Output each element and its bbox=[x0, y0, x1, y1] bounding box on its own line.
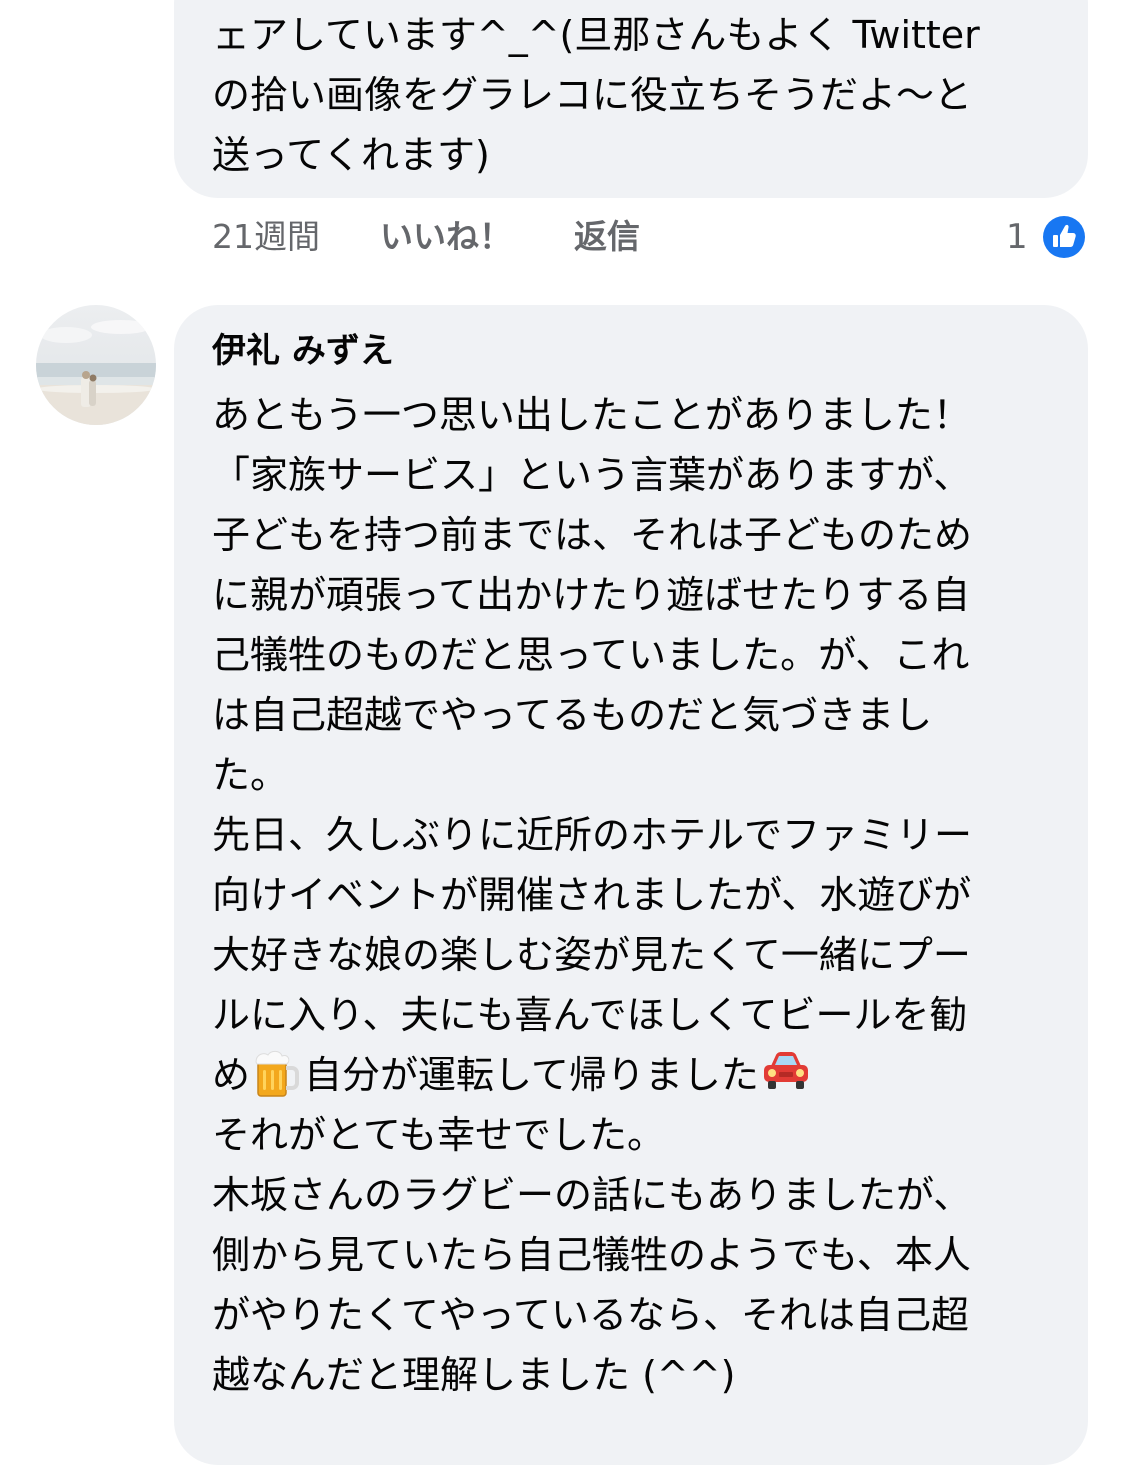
like-button[interactable]: いいね！ bbox=[380, 212, 512, 262]
comment-text-part2a: め bbox=[212, 1053, 251, 1097]
comment-author[interactable]: 伊礼 みずえ bbox=[212, 327, 394, 375]
reaction-summary[interactable]: 1 bbox=[1000, 212, 1090, 262]
reaction-count: 1 bbox=[1006, 217, 1028, 257]
previous-comment-bubble: ェアしています^_^(旦那さんもよく Twitter の拾い画像をグラレコに役立… bbox=[174, 0, 1088, 198]
thumbs-up-icon bbox=[1041, 214, 1087, 260]
beer-mug-icon bbox=[255, 1050, 300, 1097]
reply-button[interactable]: 返信 bbox=[574, 212, 640, 262]
beach-photo-avatar bbox=[36, 305, 156, 425]
previous-comment-text: ェアしています^_^(旦那さんもよく Twitter の拾い画像をグラレコに役立… bbox=[212, 13, 980, 177]
comment-text-part2b: 自分が運転して帰りました bbox=[304, 1053, 759, 1097]
comment-timestamp[interactable]: 21週間 bbox=[212, 212, 320, 262]
comment-text-part1: あともう一つ思い出したことがありました！ 「家族サービス」という言葉がありますが… bbox=[212, 393, 973, 1037]
comment-text-part3: それがとても幸せでした。 木坂さんのラグビーの話にもありましたが、 側から見てい… bbox=[212, 1113, 972, 1397]
red-car-icon bbox=[763, 1052, 808, 1089]
avatar[interactable] bbox=[36, 305, 156, 425]
comment-bubble: 伊礼 みずえ あともう一つ思い出したことがありました！ 「家族サービス」という言… bbox=[174, 305, 1088, 1465]
comment-text: あともう一つ思い出したことがありました！ 「家族サービス」という言葉がありますが… bbox=[212, 385, 1064, 1405]
